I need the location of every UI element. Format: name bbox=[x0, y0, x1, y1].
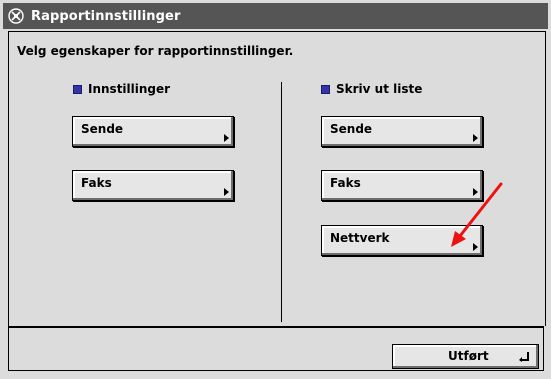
section-divider bbox=[281, 82, 282, 322]
settings-fax-button[interactable]: Faks bbox=[72, 170, 234, 201]
section-header-label: Innstillinger bbox=[88, 82, 171, 96]
bullet-icon bbox=[73, 84, 82, 94]
print-network-button[interactable]: Nettverk bbox=[321, 225, 483, 256]
button-label: Faks bbox=[330, 176, 361, 190]
print-send-button[interactable]: Sende bbox=[321, 116, 483, 147]
section-header-label: Skriv ut liste bbox=[336, 82, 423, 96]
enter-icon bbox=[518, 351, 530, 362]
settings-send-button[interactable]: Sende bbox=[72, 116, 234, 147]
done-button[interactable]: Utført bbox=[392, 344, 539, 369]
section-header-print-list: Skriv ut liste bbox=[321, 82, 422, 96]
right-arrow-icon bbox=[473, 243, 478, 251]
print-fax-button[interactable]: Faks bbox=[321, 170, 483, 201]
tools-icon bbox=[7, 7, 25, 25]
button-label: Sende bbox=[330, 122, 373, 136]
done-button-label: Utført bbox=[448, 349, 489, 363]
right-arrow-icon bbox=[473, 188, 478, 196]
bottom-bar: Utført bbox=[8, 326, 544, 371]
bullet-icon bbox=[321, 84, 330, 94]
button-label: Faks bbox=[81, 176, 112, 190]
settings-panel: Velg egenskaper for rapportinnstillinger… bbox=[8, 31, 546, 326]
right-arrow-icon bbox=[473, 134, 478, 142]
button-label: Sende bbox=[81, 122, 124, 136]
window-frame: Rapportinnstillinger Velg egenskaper for… bbox=[0, 0, 551, 379]
button-label: Nettverk bbox=[330, 231, 390, 245]
instruction-text: Velg egenskaper for rapportinnstillinger… bbox=[17, 44, 294, 58]
right-arrow-icon bbox=[224, 188, 229, 196]
right-arrow-icon bbox=[224, 134, 229, 142]
section-header-settings: Innstillinger bbox=[73, 82, 170, 96]
window-title: Rapportinnstillinger bbox=[31, 8, 181, 24]
title-bar: Rapportinnstillinger bbox=[3, 3, 548, 29]
